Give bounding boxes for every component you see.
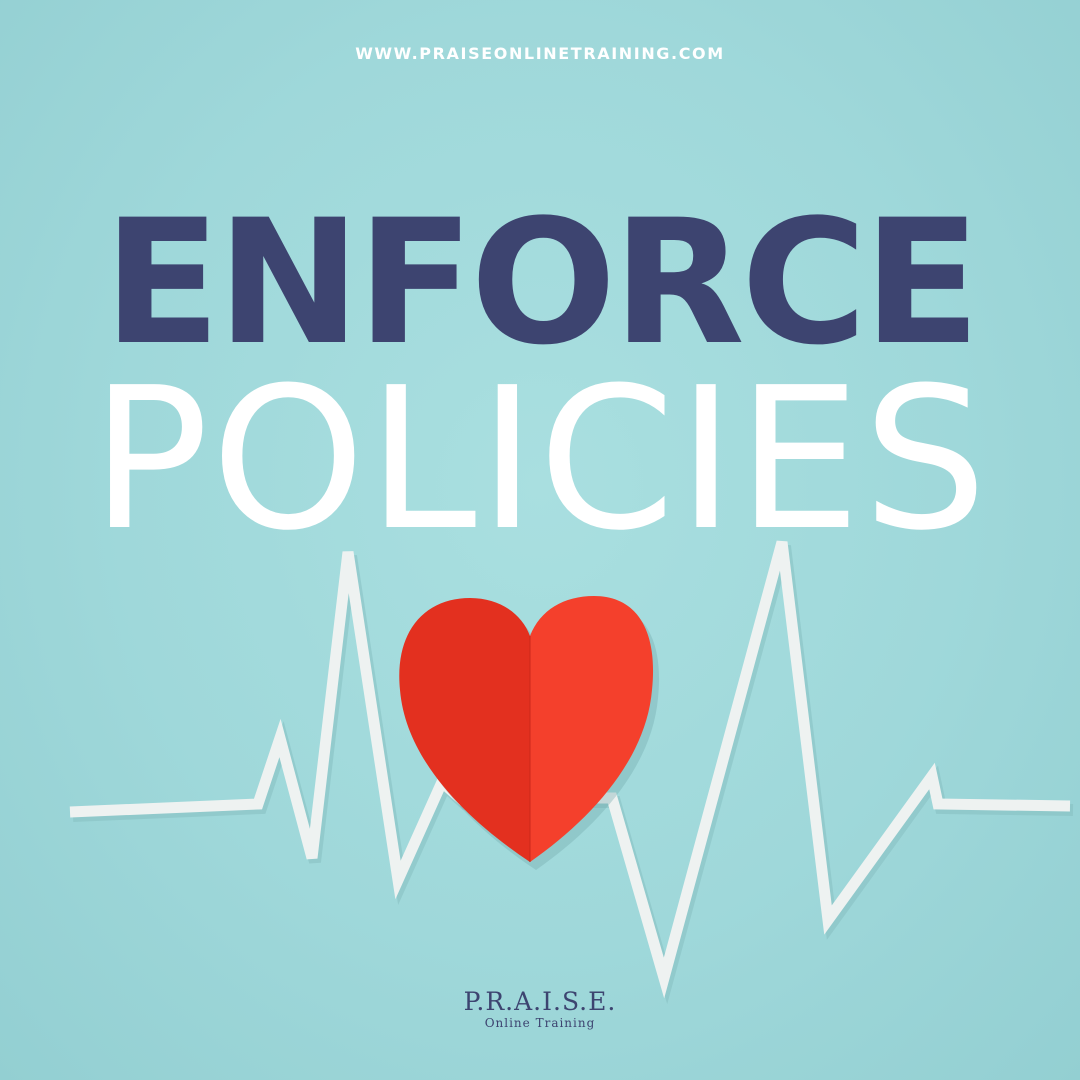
illustration	[69, 540, 1074, 1005]
logo-name: P.R.A.I.S.E.	[463, 987, 617, 1016]
praise-logo: P.R.A.I.S.E. Online Training	[0, 987, 1080, 1031]
logo-tagline: Online Training	[484, 1016, 596, 1030]
